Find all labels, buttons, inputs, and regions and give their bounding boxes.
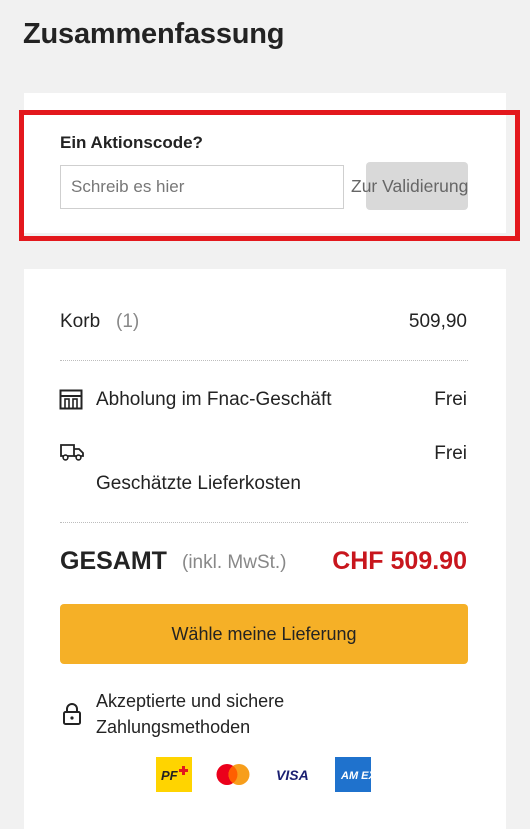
delivery-truck-icon: [60, 444, 84, 461]
svg-text:PF: PF: [161, 768, 179, 783]
divider: [60, 360, 468, 361]
divider: [60, 522, 468, 523]
store-icon: [59, 389, 83, 410]
page-title: Zusammenfassung: [23, 18, 285, 50]
choose-delivery-label: Wähle meine Lieferung: [171, 623, 357, 644]
postfinance-logo: PF: [156, 757, 192, 792]
promo-label: Ein Aktionscode?: [60, 133, 203, 152]
pickup-label: Abholung im Fnac-Geschäft: [96, 389, 332, 410]
basket-count: (1): [116, 311, 140, 332]
total-vat-note: (inkl. MwSt.): [182, 552, 287, 573]
delivery-price: Frei: [434, 443, 467, 464]
svg-text:AM EX: AM EX: [340, 770, 371, 782]
promo-code-input[interactable]: [60, 165, 344, 209]
delivery-label: Geschätzte Lieferkosten: [96, 473, 301, 494]
choose-delivery-button[interactable]: Wähle meine Lieferung: [60, 604, 468, 664]
basket-label: Korb: [60, 311, 101, 332]
lock-icon: [63, 703, 81, 725]
mastercard-logo: [216, 764, 250, 785]
pickup-price: Frei: [434, 389, 467, 410]
visa-logo: VISA: [276, 767, 309, 783]
basket-amount: 509,90: [408, 311, 467, 332]
svg-text:VISA: VISA: [276, 767, 309, 783]
amex-logo: AM EX: [335, 757, 371, 792]
total-price: CHF 509.90: [332, 547, 467, 575]
secure-payment-text: Akzeptierte und sichere Zahlungsmethoden: [96, 691, 285, 737]
total-label: GESAMT: [60, 547, 167, 575]
validate-button-label: Zur Validierung: [351, 176, 469, 196]
